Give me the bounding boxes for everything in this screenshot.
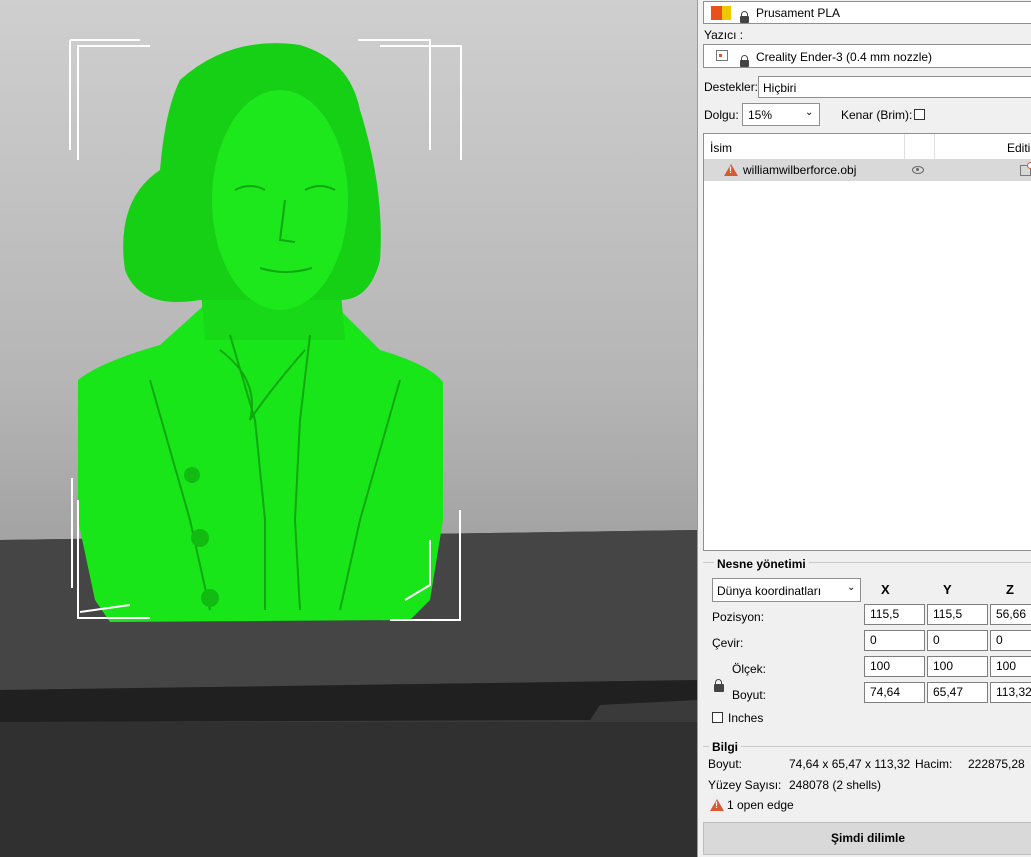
size-label: Boyut:	[732, 688, 767, 702]
list-item[interactable]: williamwilberforce.obj	[704, 160, 1031, 181]
object-list-header: İsim Editin	[704, 134, 1031, 160]
info-size-label: Boyut:	[708, 757, 743, 771]
scale-lock-icon[interactable]	[714, 679, 724, 692]
coordinate-system-value: Dünya koordinatları	[717, 584, 822, 598]
info-divider	[703, 746, 1031, 747]
printer-icon	[716, 50, 728, 61]
info-volume-label: Hacim:	[915, 757, 953, 771]
slice-now-label: Şimdi dilimle	[830, 831, 905, 845]
rotate-z-input[interactable]: 0	[990, 630, 1031, 651]
position-y-input[interactable]: 115,5	[927, 604, 988, 625]
brim-checkbox[interactable]	[914, 109, 925, 120]
printer-section-label: Yazıcı :	[704, 28, 744, 42]
scale-z-input[interactable]: 100	[990, 656, 1031, 677]
supports-value: Hiçbiri	[763, 81, 797, 95]
3d-scene	[0, 39, 697, 857]
lock-icon	[740, 11, 749, 23]
material-label: Prusament PLA	[756, 6, 841, 20]
bust-torso	[78, 300, 443, 622]
info-title: Bilgi	[709, 740, 741, 754]
supports-label: Destekler:	[704, 80, 759, 94]
column-name-header[interactable]: İsim	[710, 141, 732, 155]
info-size-value: 74,64 x 65,47 x 113,32	[789, 757, 911, 771]
3d-viewport[interactable]	[0, 0, 697, 857]
scale-label: Ölçek:	[732, 662, 767, 676]
chevron-down-icon: ⌄	[805, 107, 814, 118]
material-swatch-yellow	[722, 6, 731, 20]
chevron-down-icon: ⌄	[847, 582, 856, 593]
infill-value: 15%	[748, 108, 773, 122]
material-selector[interactable]: Prusament PLA	[703, 1, 1031, 24]
size-y-input[interactable]: 65,47	[927, 682, 988, 703]
size-x-input[interactable]: 74,64	[864, 682, 925, 703]
infill-label: Dolgu:	[704, 108, 739, 122]
axis-z-label: Z	[1006, 582, 1014, 597]
printer-selector[interactable]: Creality Ender-3 (0.4 mm nozzle)	[703, 44, 1031, 68]
edit-settings-icon[interactable]	[1020, 162, 1031, 176]
object-list[interactable]: İsim Editin williamwilberforce.obj	[703, 133, 1031, 551]
info-facets-label: Yüzey Sayısı:	[708, 778, 782, 792]
lock-icon	[740, 55, 749, 67]
infill-select[interactable]: 15% ⌄	[742, 103, 820, 126]
rotate-y-input[interactable]: 0	[927, 630, 988, 651]
info-warning-text: 1 open edge	[727, 798, 794, 812]
scale-y-input[interactable]: 100	[927, 656, 988, 677]
bust-face	[212, 90, 348, 310]
slice-now-button[interactable]: Şimdi dilimle	[703, 822, 1031, 855]
warning-icon	[724, 164, 738, 176]
coordinate-system-select[interactable]: Dünya koordinatları ⌄	[712, 578, 861, 602]
warning-icon	[710, 799, 724, 811]
info-volume-value: 222875,28	[968, 757, 1025, 771]
inches-checkbox[interactable]	[712, 712, 723, 723]
position-z-input[interactable]: 56,66	[990, 604, 1031, 625]
bust-model	[78, 43, 443, 622]
info-facets-value: 248078 (2 shells)	[789, 778, 882, 792]
material-swatch-orange	[711, 6, 722, 20]
position-label: Pozisyon:	[712, 610, 765, 624]
column-editing-header[interactable]: Editin	[1007, 141, 1031, 155]
object-name: williamwilberforce.obj	[743, 163, 857, 177]
position-x-input[interactable]: 115,5	[864, 604, 925, 625]
printer-value: Creality Ender-3 (0.4 mm nozzle)	[756, 50, 933, 64]
brim-label: Kenar (Brim):	[841, 108, 913, 122]
manipulation-title: Nesne yönetimi	[714, 557, 809, 571]
size-z-input[interactable]: 113,32	[990, 682, 1031, 703]
rotate-x-input[interactable]: 0	[864, 630, 925, 651]
supports-select[interactable]: Hiçbiri	[758, 76, 1031, 98]
axis-x-label: X	[881, 582, 890, 597]
axis-y-label: Y	[943, 582, 952, 597]
eye-icon[interactable]	[912, 166, 924, 174]
rotate-label: Çevir:	[712, 636, 744, 650]
scale-x-input[interactable]: 100	[864, 656, 925, 677]
settings-panel: Prusament PLA Yazıcı : Creality Ender-3 …	[697, 0, 1031, 857]
inches-label: Inches	[728, 711, 764, 725]
